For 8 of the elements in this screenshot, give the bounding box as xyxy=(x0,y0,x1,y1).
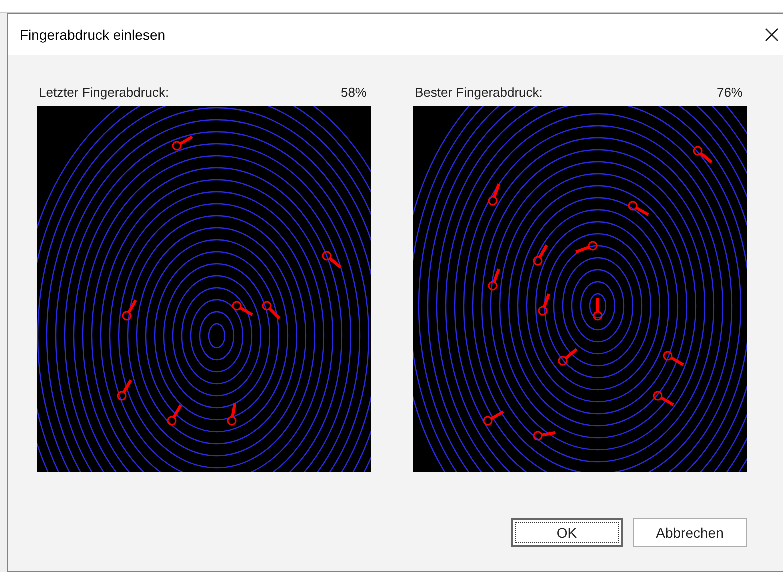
panel-label: Letzter Fingerabdruck: xyxy=(39,85,170,100)
quality-score: 76% xyxy=(716,85,743,100)
close-icon[interactable] xyxy=(765,28,779,42)
window-title: Fingerabdruck einlesen xyxy=(20,26,166,42)
quality-score: 58% xyxy=(340,85,367,100)
cancel-button[interactable]: Abbrechen xyxy=(633,518,747,547)
panel-label: Bester Fingerabdruck: xyxy=(415,85,543,100)
ok-button[interactable]: OK xyxy=(511,518,623,547)
